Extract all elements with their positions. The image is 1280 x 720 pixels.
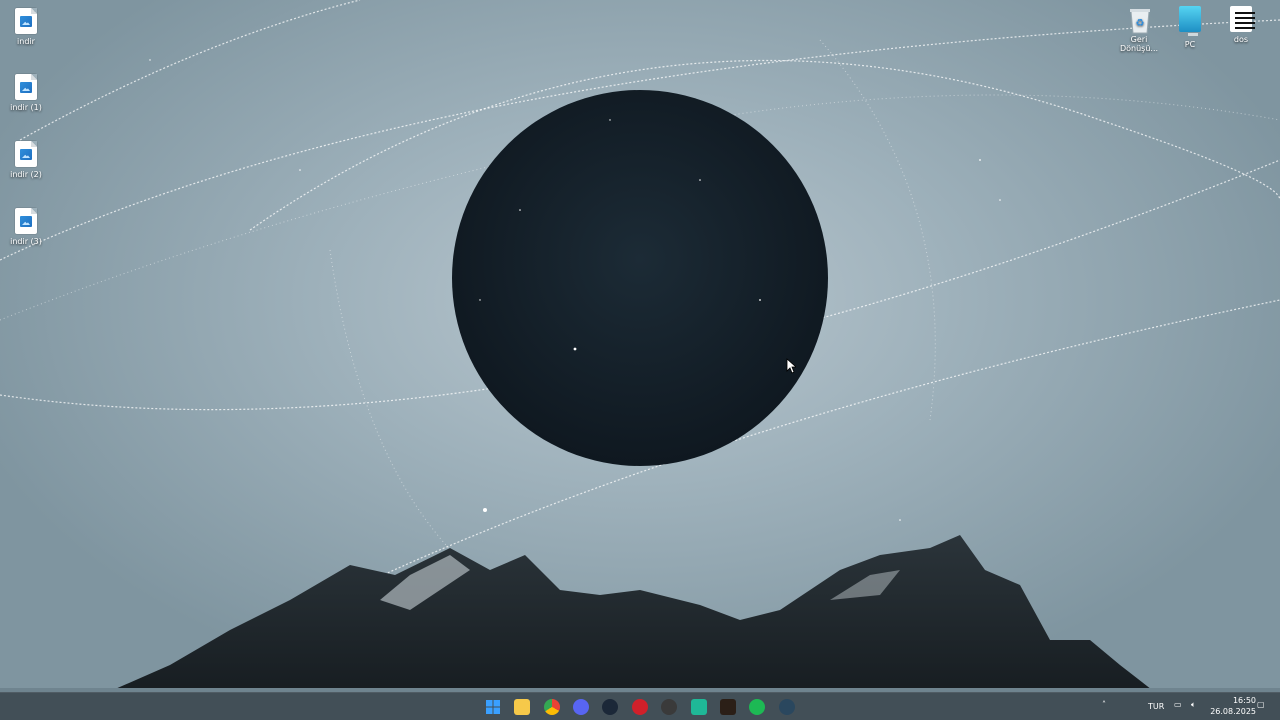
mouse-cursor-icon [786, 358, 796, 374]
taskbar-chrome[interactable] [541, 697, 563, 717]
clock-date: 26.08.2025 [1210, 707, 1256, 716]
taskbar-steam-2[interactable] [776, 697, 798, 717]
tray-overflow-button[interactable]: ˄ [1102, 700, 1106, 720]
green-app-icon [691, 699, 707, 715]
steam-icon [779, 699, 795, 715]
desktop-dos-label: dos [1233, 35, 1249, 44]
desktop-file-label: indir (1) [10, 103, 42, 112]
desktop-wallpaper [0, 0, 1280, 720]
desktop-recycle-bin-label: Geri Dönüşü... [1119, 35, 1159, 53]
windows-logo-icon [485, 699, 501, 715]
desktop-recycle-bin[interactable]: ♻ Geri Dönüşü... [1113, 6, 1165, 53]
tray-language[interactable]: TUR [1148, 702, 1164, 720]
tray-clock[interactable]: 16:50 26.08.2025 [1210, 695, 1256, 717]
wallpaper-art [0, 0, 1280, 720]
desktop-file-indir-1[interactable]: indir (1) [0, 74, 52, 112]
clock-app-icon [661, 699, 677, 715]
image-file-icon [15, 208, 37, 234]
network-icon[interactable]: ▭ [1174, 700, 1182, 720]
taskbar-clock-app[interactable] [658, 697, 680, 717]
folder-icon [514, 699, 530, 715]
monitor-icon [1179, 6, 1201, 36]
desktop-file-indir-3[interactable]: indir (3) [0, 208, 52, 246]
steam-icon [602, 699, 618, 715]
taskbar-audio-app[interactable] [717, 697, 739, 717]
image-file-icon [15, 8, 37, 34]
audio-app-icon [720, 699, 736, 715]
taskbar-file-explorer[interactable] [511, 697, 533, 717]
notification-icon[interactable]: ▢ [1257, 700, 1265, 720]
desktop-file-indir[interactable]: indir [0, 8, 52, 46]
taskbar-steam[interactable] [599, 697, 621, 717]
discord-icon [573, 699, 589, 715]
start-button[interactable] [482, 697, 504, 717]
desktop-dos[interactable]: dos [1215, 6, 1267, 44]
svg-text:♻: ♻ [1136, 18, 1145, 29]
clock-time: 16:50 [1232, 696, 1256, 705]
taskbar-green-app[interactable] [688, 697, 710, 717]
red-app-icon [632, 699, 648, 715]
image-file-icon [15, 141, 37, 167]
spotify-icon [749, 699, 765, 715]
taskbar-spotify[interactable] [746, 697, 768, 717]
recycle-bin-icon: ♻ [1128, 6, 1150, 34]
image-file-icon [15, 74, 37, 100]
dark-planet [452, 90, 828, 466]
chrome-icon [544, 699, 560, 715]
desktop-file-label: indir [17, 37, 35, 46]
desktop-file-label: indir (2) [10, 170, 42, 179]
desktop-file-label: indir (3) [10, 237, 42, 246]
taskbar-discord[interactable] [570, 697, 592, 717]
menu-lines-icon [1230, 6, 1255, 32]
volume-icon[interactable]: 🔈︎ [1191, 700, 1196, 720]
taskbar-red-app[interactable] [629, 697, 651, 717]
desktop-this-pc[interactable]: PC [1164, 6, 1216, 49]
taskbar: ˄ TUR ▭ 🔈︎ 16:50 26.08.2025 ▢ [0, 692, 1280, 720]
desktop-file-indir-2[interactable]: indir (2) [0, 141, 52, 179]
desktop-pc-label: PC [1184, 40, 1196, 49]
chevron-up-icon: ˄ [1102, 700, 1106, 709]
